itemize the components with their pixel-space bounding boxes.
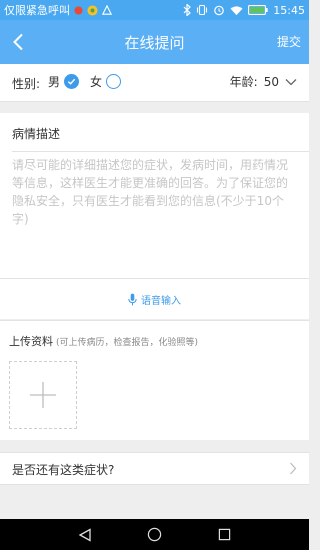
recents-square-icon[interactable]	[218, 528, 231, 541]
age-selector[interactable]: 年龄: 50	[230, 73, 297, 90]
upload-section: 上传资料 (可上传病历，检查报告，化验照等)	[0, 320, 309, 440]
chevron-left-icon	[12, 33, 24, 51]
vibrate-icon	[196, 4, 208, 16]
battery-icon	[248, 5, 268, 15]
upload-title-line: 上传资料 (可上传病历，检查报告，化验照等)	[9, 333, 198, 349]
chevron-down-icon	[285, 78, 297, 86]
upload-hint: (可上传病历，检查报告，化验照等)	[56, 338, 199, 348]
description-label: 病情描述	[12, 127, 61, 141]
age-value: 50	[263, 74, 279, 89]
radio-empty-icon[interactable]	[106, 74, 122, 89]
check-circle-icon[interactable]	[64, 74, 80, 89]
female-label: 女	[90, 75, 103, 89]
submit-button[interactable]: 提交	[277, 33, 301, 50]
gender-age-row: 性别: 男 女 年龄: 50	[0, 64, 309, 102]
nav-bar: 在线提问 提交	[0, 20, 309, 64]
description-input[interactable]	[12, 156, 296, 276]
bluetooth-icon	[183, 4, 192, 16]
upload-title: 上传资料	[9, 335, 53, 348]
back-triangle-icon[interactable]	[78, 527, 92, 542]
gender-option-female[interactable]: 女	[90, 73, 122, 90]
description-section: 病情描述 语音输入	[0, 113, 309, 319]
microphone-icon	[128, 293, 137, 306]
wifi-icon	[230, 5, 243, 16]
emergency-dot-icon	[74, 5, 83, 15]
add-photo-button[interactable]	[9, 361, 77, 429]
home-circle-icon[interactable]	[147, 527, 162, 542]
gender-label: 性别:	[12, 77, 41, 91]
divider	[0, 278, 309, 279]
symptom-label: 是否还有这类症状?	[12, 463, 115, 477]
divider	[12, 151, 309, 152]
status-bar: 仅限紧急呼叫 15:45	[0, 0, 309, 20]
status-left: 仅限紧急呼叫	[4, 2, 112, 18]
clock-text: 15:45	[273, 3, 305, 17]
app-notification-icon	[87, 4, 98, 16]
male-label: 男	[48, 75, 61, 89]
plus-icon	[29, 381, 57, 409]
chevron-right-icon	[289, 462, 297, 475]
voice-input-button[interactable]: 语音输入	[0, 288, 309, 310]
carrier-text: 仅限紧急呼叫	[4, 4, 70, 17]
status-right: 15:45	[183, 4, 305, 17]
page-title: 在线提问	[124, 33, 185, 52]
system-nav-bar	[0, 519, 309, 550]
back-button[interactable]	[8, 30, 28, 54]
voice-input-label: 语音输入	[141, 295, 181, 307]
gender-option-male[interactable]: 男	[48, 73, 80, 90]
symptom-question-row[interactable]: 是否还有这类症状?	[0, 452, 309, 485]
age-label: 年龄:	[229, 75, 258, 89]
alarm-icon	[213, 4, 225, 16]
alert-triangle-icon	[102, 5, 112, 15]
